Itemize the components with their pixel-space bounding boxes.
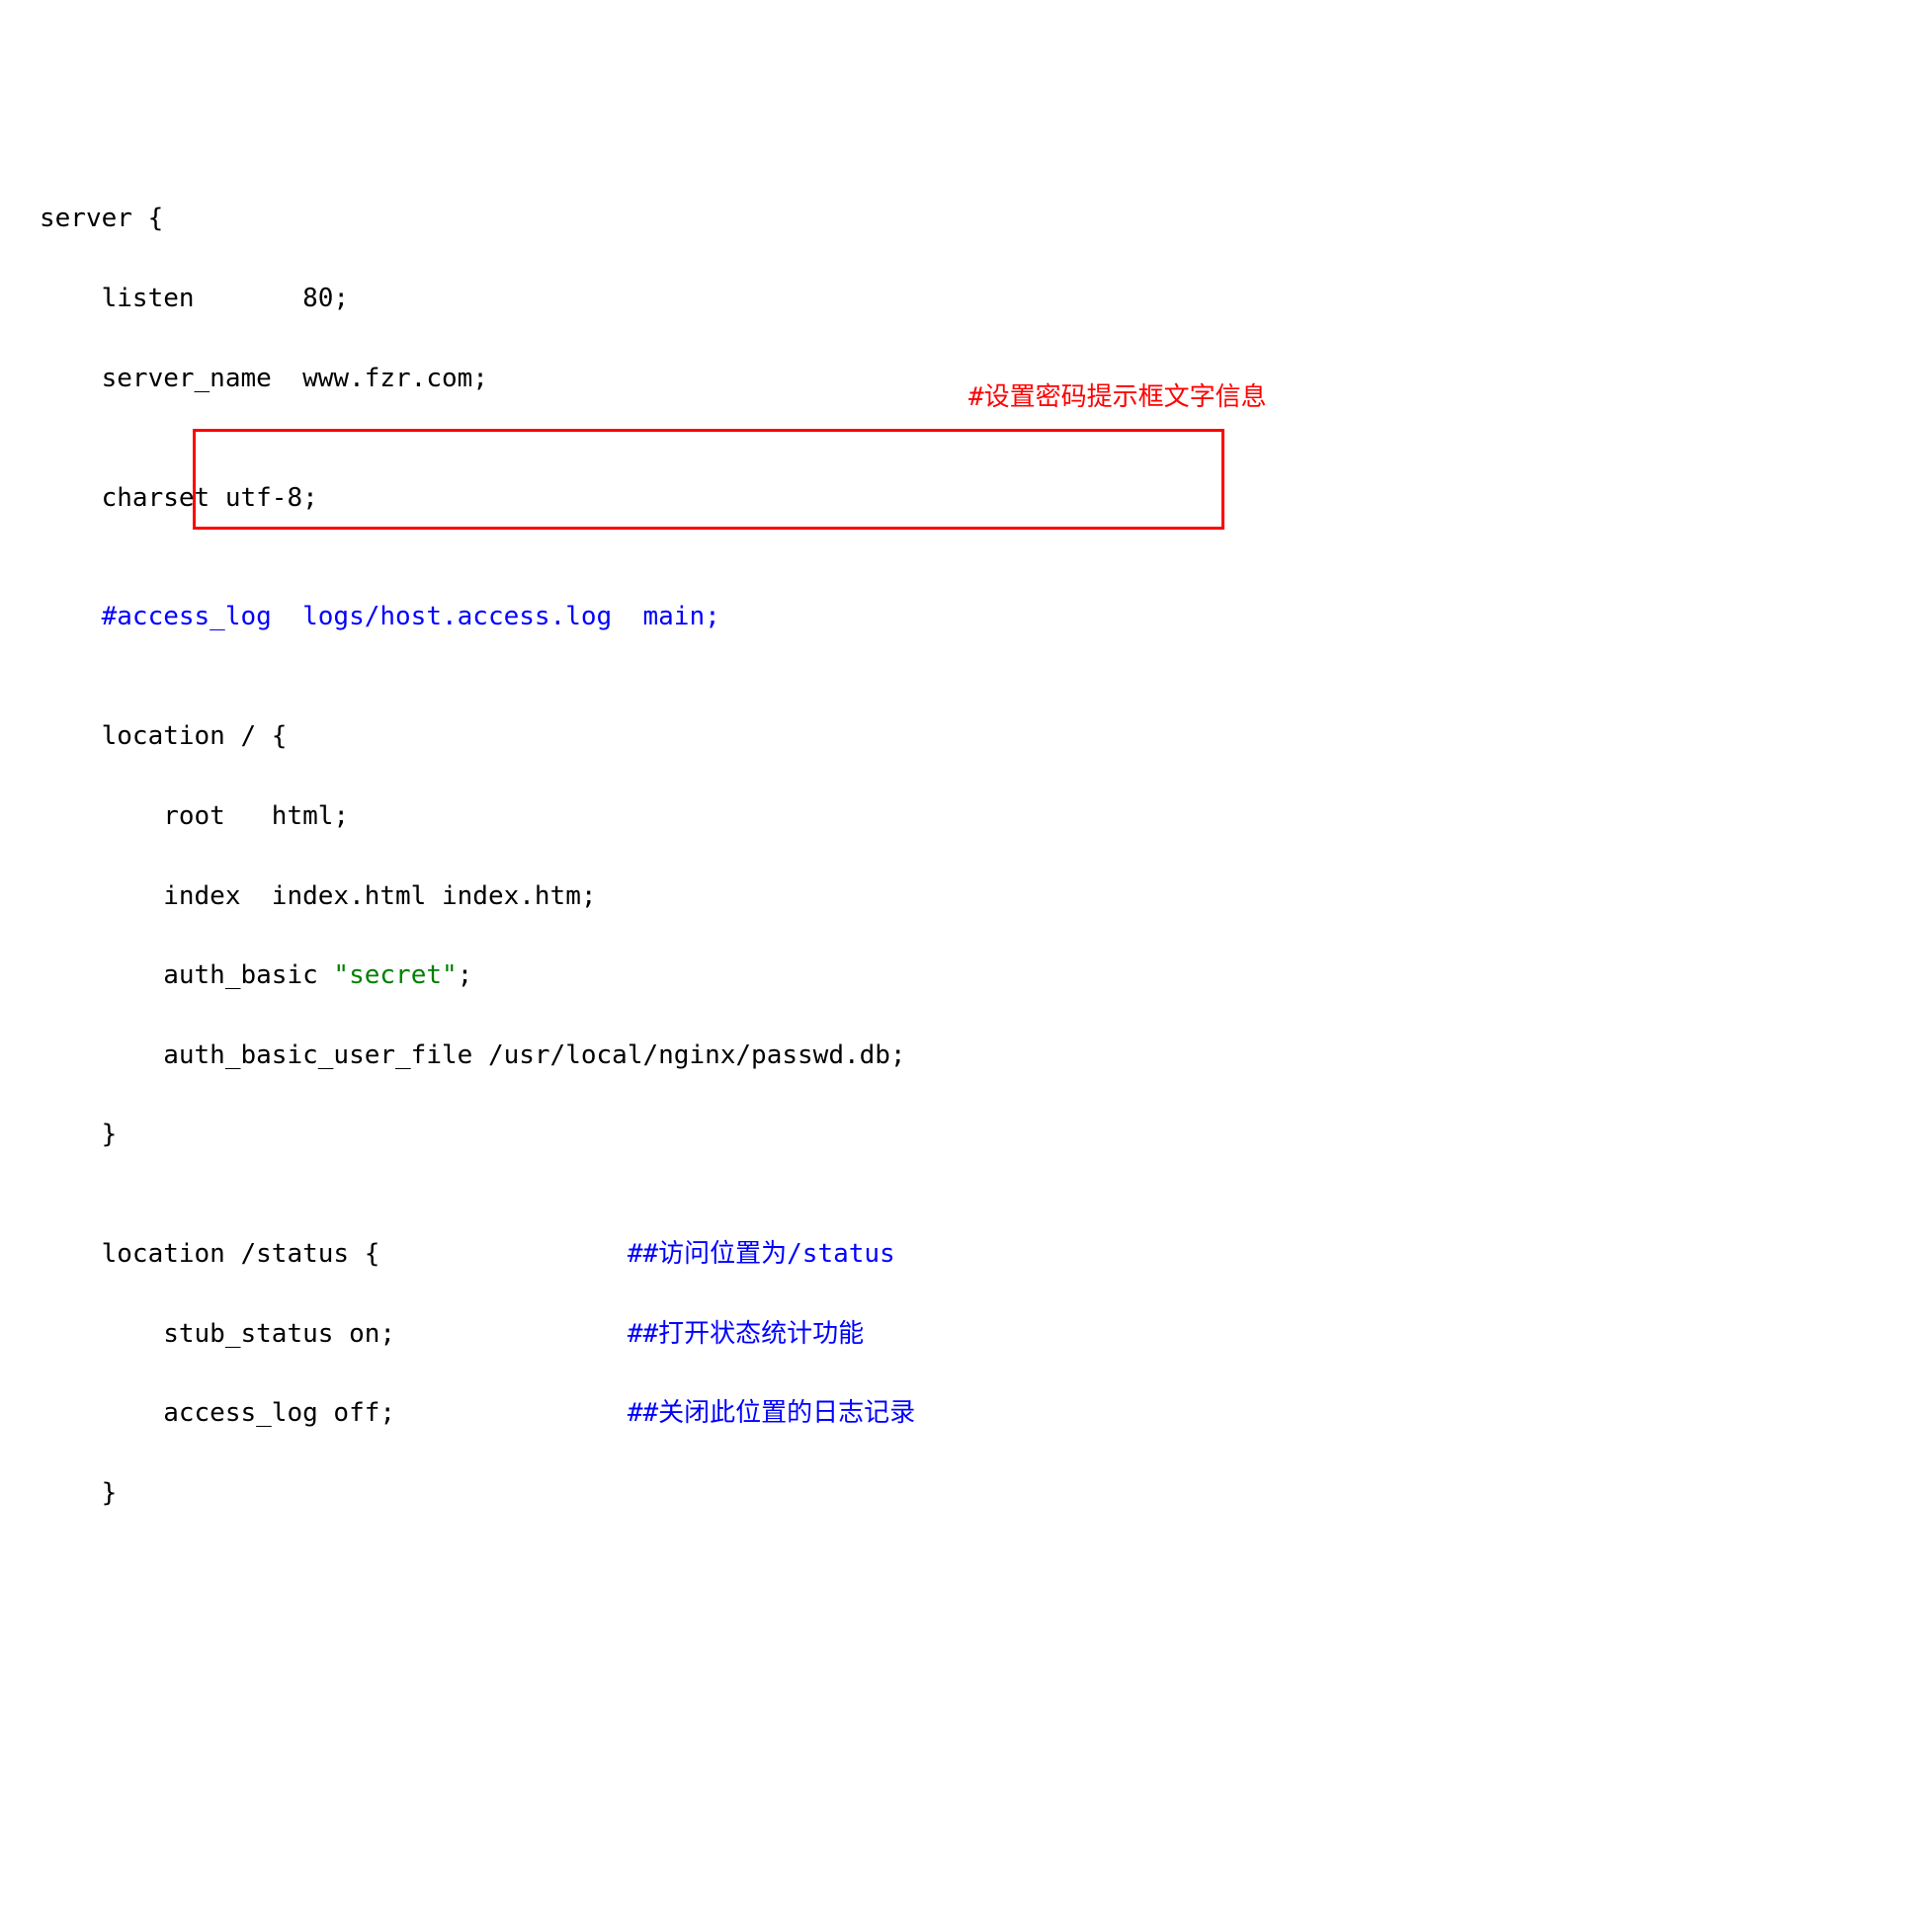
code-line: location / { — [40, 716, 1932, 756]
code-comment: ##关闭此位置的日志记录 — [395, 1398, 915, 1428]
code-comment: ##访问位置为/status — [379, 1239, 894, 1269]
code-line-stub-status: stub_status on; ##打开状态统计功能 — [40, 1314, 1932, 1354]
code-line: server { — [40, 199, 1932, 238]
code-line: listen 80; — [40, 279, 1932, 318]
annotation-comment: #设置密码提示框文字信息 — [968, 377, 1267, 417]
code-line: root html; — [40, 796, 1932, 836]
code-text: stub_status on; — [40, 1319, 395, 1349]
code-line: charset utf-8; — [40, 478, 1932, 518]
code-line-status: location /status { ##访问位置为/status — [40, 1234, 1932, 1274]
code-line-auth-basic: auth_basic "secret"; — [40, 956, 1932, 995]
code-text: location /status { — [40, 1239, 379, 1269]
code-text: auth_basic — [40, 960, 333, 990]
code-string: "secret" — [333, 960, 457, 990]
code-comment-line: #access_log logs/host.access.log main; — [40, 597, 1932, 636]
code-line: index index.html index.htm; — [40, 876, 1932, 916]
code-line: } — [40, 1115, 1932, 1154]
code-text: ; — [458, 960, 473, 990]
code-block: server { listen 80; server_name www.fzr.… — [0, 159, 1932, 1552]
code-comment: ##打开状态统计功能 — [395, 1319, 864, 1349]
code-line-access-log: access_log off; ##关闭此位置的日志记录 — [40, 1393, 1932, 1433]
code-line-auth-user-file: auth_basic_user_file /usr/local/nginx/pa… — [40, 1036, 1932, 1075]
code-text: access_log off; — [40, 1398, 395, 1428]
code-line: } — [40, 1473, 1932, 1513]
